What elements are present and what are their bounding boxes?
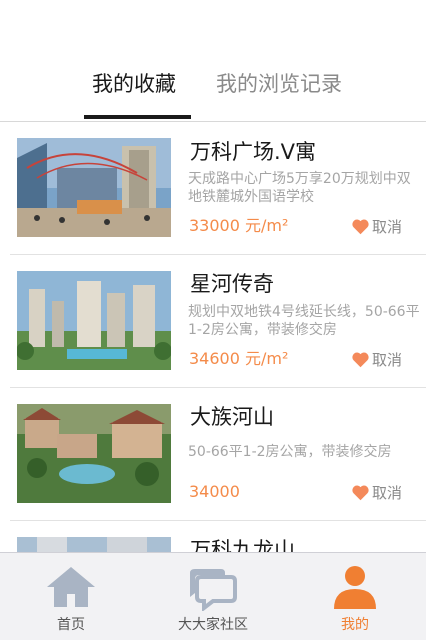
property-description: 规划中双地铁4号线延长线，50-66平1-2房公寓，带装修交房 xyxy=(188,304,420,338)
property-photo xyxy=(17,138,171,237)
list-item[interactable]: 万科九龙山 xyxy=(10,521,426,552)
property-title: 万科九龙山 xyxy=(190,538,295,552)
heart-icon xyxy=(352,485,369,501)
property-photo xyxy=(17,271,171,370)
bottom-navigation: 首页 大大家社区 我的 xyxy=(0,552,426,640)
tab-browse-history[interactable]: 我的浏览记录 xyxy=(216,70,342,98)
property-title: 大族河山 xyxy=(190,405,274,429)
nav-mine[interactable]: 我的 xyxy=(284,553,426,640)
heart-icon xyxy=(352,352,369,368)
nav-community-label: 大大家社区 xyxy=(178,617,248,633)
list-item[interactable]: 大族河山 50-66平1-2房公寓，带装修交房 34000 取消 xyxy=(10,388,426,521)
active-tab-indicator xyxy=(84,115,191,119)
list-item[interactable]: 万科广场.V寓 天成路中心广场5万享20万规划中双地铁麓城外国语学校 33000… xyxy=(10,122,426,255)
unfavorite-button[interactable]: 取消 xyxy=(351,349,402,370)
nav-home-label: 首页 xyxy=(57,617,85,633)
user-icon xyxy=(334,566,376,609)
property-description: 50-66平1-2房公寓，带装修交房 xyxy=(188,444,392,460)
property-price: 34600 元/m² xyxy=(189,349,289,368)
list-item[interactable]: 星河传奇 规划中双地铁4号线延长线，50-66平1-2房公寓，带装修交房 346… xyxy=(10,255,426,388)
unfavorite-label: 取消 xyxy=(372,484,403,502)
property-title: 星河传奇 xyxy=(190,272,274,296)
property-description: 天成路中心广场5万享20万规划中双地铁麓城外国语学校 xyxy=(188,171,411,205)
chat-bubbles-icon xyxy=(190,569,237,611)
property-title: 万科广场.V寓 xyxy=(190,140,317,164)
unfavorite-label: 取消 xyxy=(372,218,403,236)
tab-bar: 我的收藏 我的浏览记录 xyxy=(0,62,426,122)
unfavorite-label: 取消 xyxy=(372,351,403,369)
property-price: 33000 元/m² xyxy=(189,216,289,235)
nav-mine-label: 我的 xyxy=(341,617,369,633)
heart-icon xyxy=(352,219,369,235)
favorites-list: 万科广场.V寓 天成路中心广场5万享20万规划中双地铁麓城外国语学校 33000… xyxy=(0,122,426,552)
tab-my-favorites[interactable]: 我的收藏 xyxy=(92,70,176,98)
nav-community[interactable]: 大大家社区 xyxy=(142,553,284,640)
property-price: 34000 xyxy=(189,482,240,501)
property-photo xyxy=(17,537,171,552)
unfavorite-button[interactable]: 取消 xyxy=(351,216,402,237)
property-photo xyxy=(17,404,171,503)
nav-home[interactable]: 首页 xyxy=(0,553,142,640)
unfavorite-button[interactable]: 取消 xyxy=(351,482,402,503)
home-icon xyxy=(47,567,95,607)
